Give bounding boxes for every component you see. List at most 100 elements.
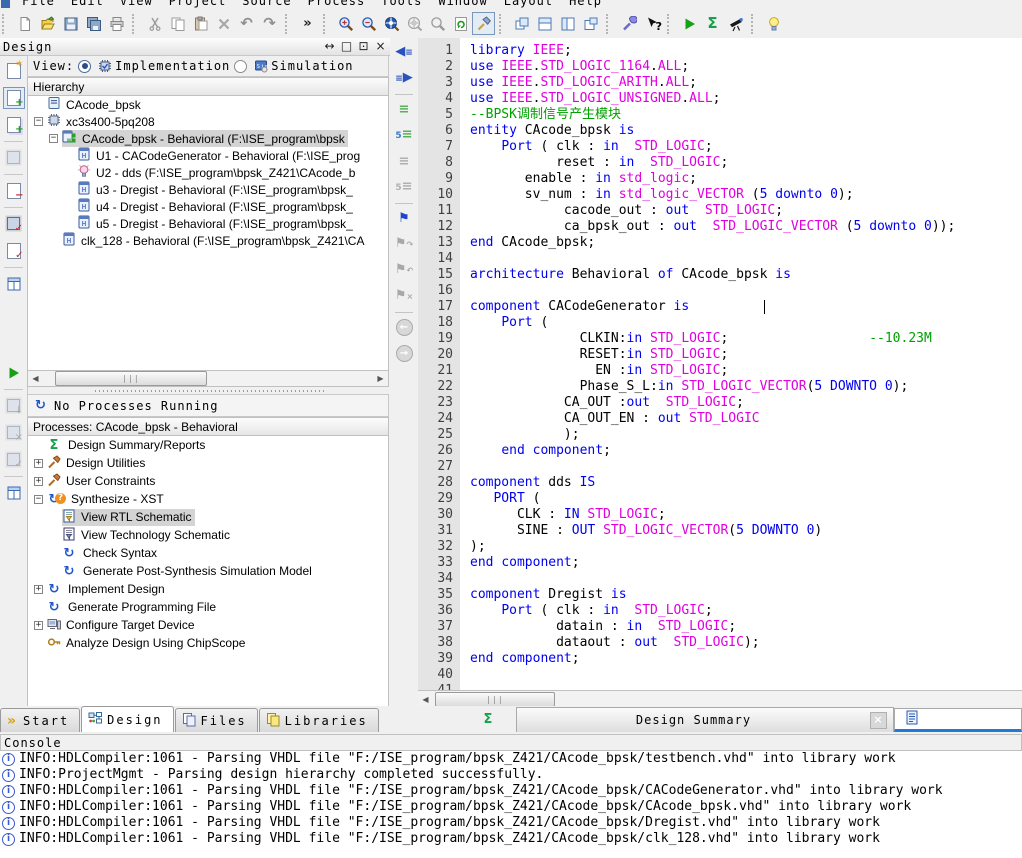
hierarchy-item[interactable]: −xc3s400-5pq208 (28, 113, 388, 130)
hierarchy-item[interactable]: −CAcode_bpsk - Behavioral (F:\ISE_progra… (28, 130, 388, 147)
menu-view[interactable]: View (112, 0, 161, 8)
zoom-full-button[interactable] (380, 12, 403, 35)
design-summary-button[interactable]: Σ (701, 12, 724, 35)
chip-disabled-button[interactable] (2, 146, 25, 169)
code-line[interactable]: 23 CA_OUT :out STD_LOGIC; (418, 395, 1022, 411)
process-item[interactable]: ΣDesign Summary/Reports (28, 436, 388, 454)
code-line[interactable]: 32); (418, 539, 1022, 555)
undo-button[interactable]: ↶ (235, 12, 258, 35)
lines-green-button[interactable]: ≡ (393, 98, 416, 121)
lines-gray-button[interactable]: ≡ (393, 150, 416, 173)
code-line[interactable]: 21 EN :in STD_LOGIC; (418, 363, 1022, 379)
menubar[interactable]: FileEditViewProjectSourceProcessToolsWin… (0, 0, 1022, 9)
collapse-icon[interactable]: − (49, 134, 58, 143)
code-line[interactable]: 15architecture Behavioral of CAcode_bpsk… (418, 267, 1022, 283)
panel-splitter[interactable] (95, 389, 325, 393)
toolbar-grip[interactable] (499, 14, 505, 34)
scroll-left-icon[interactable]: ◀ (418, 692, 433, 707)
code-line[interactable]: 22 Phase_S_L:in STD_LOGIC_VECTOR(5 DOWNT… (418, 379, 1022, 395)
code-line[interactable]: 29 PORT ( (418, 491, 1022, 507)
code-line[interactable]: 40 (418, 667, 1022, 683)
scroll-thumb[interactable]: ||| (435, 692, 555, 707)
toolbar-grip[interactable] (667, 14, 673, 34)
run-button[interactable] (678, 12, 701, 35)
open-project-button[interactable] (36, 12, 59, 35)
chip-down-disabled-button[interactable]: ↓ (2, 394, 25, 417)
table-view-2-button[interactable] (2, 481, 25, 504)
overflow-button[interactable]: » (296, 12, 319, 35)
hierarchy-item[interactable]: HU1 - CACodeGenerator - Behavioral (F:\I… (28, 147, 388, 164)
source-document-tab[interactable] (894, 708, 1022, 732)
chip-x-disabled-button[interactable]: × (2, 421, 25, 444)
code-line[interactable]: 36 Port ( clk : in STD_LOGIC; (418, 603, 1022, 619)
chip-check-disabled-button[interactable]: ✓ (2, 448, 25, 471)
code-line[interactable]: 33end component; (418, 555, 1022, 571)
code-line[interactable]: 35component Dregist is (418, 587, 1022, 603)
code-line[interactable]: 11 cacode_out : out STD_LOGIC; (418, 203, 1022, 219)
nav-next-button[interactable]: ≡▶ (393, 67, 416, 90)
hierarchy-item[interactable]: Hu3 - Dregist - Behavioral (F:\ISE_progr… (28, 181, 388, 198)
dock-icon[interactable]: ↔ (322, 40, 337, 53)
view-radio-implementation[interactable] (78, 60, 91, 73)
close-tab-icon[interactable]: × (870, 712, 887, 729)
tab-start[interactable]: »Start (0, 708, 80, 732)
process-item[interactable]: View RTL Schematic (28, 508, 388, 526)
code-line[interactable]: 38 dataout : out STD_LOGIC); (418, 635, 1022, 651)
process-item[interactable]: +Configure Target Device (28, 616, 388, 634)
back-disabled-button[interactable]: ← (393, 316, 416, 339)
collapse-icon[interactable]: − (34, 495, 43, 504)
code-line[interactable]: 41 (418, 683, 1022, 690)
code-line[interactable]: 25 ); (418, 427, 1022, 443)
chip-check-button[interactable]: ✓ (2, 212, 25, 235)
code-line[interactable]: 27 (418, 459, 1022, 475)
menu-edit[interactable]: Edit (63, 0, 112, 8)
process-item[interactable]: ↻Check Syntax (28, 544, 388, 562)
nav-prev-button[interactable]: ◀≡ (393, 41, 416, 64)
toolbar-grip[interactable] (606, 14, 612, 34)
code-line[interactable]: 17component CACodeGenerator is (418, 299, 1022, 315)
cascade-windows-button[interactable] (510, 12, 533, 35)
hierarchy-item[interactable]: Hu5 - Dregist - Behavioral (F:\ISE_progr… (28, 215, 388, 232)
add-copy-source-button[interactable]: + (2, 113, 25, 136)
code-line[interactable]: 10 sv_num : in std_logic_VECTOR (5 downt… (418, 187, 1022, 203)
code-line[interactable]: 8 reset : in STD_LOGIC; (418, 155, 1022, 171)
menu-process[interactable]: Process (300, 0, 374, 8)
menu-project[interactable]: Project (161, 0, 235, 8)
process-item[interactable]: ↻Generate Programming File (28, 598, 388, 616)
code-line[interactable]: 20 RESET:in STD_LOGIC; (418, 347, 1022, 363)
table-view-button[interactable] (2, 272, 25, 295)
toolbar-grip[interactable] (132, 14, 138, 34)
process-item[interactable]: View Technology Schematic (28, 526, 388, 544)
code-line[interactable]: 13end CAcode_bpsk; (418, 235, 1022, 251)
bookmark-next-button[interactable]: ⚑↷ (393, 233, 416, 256)
lightbulb-button[interactable] (762, 12, 785, 35)
code-line[interactable]: 26 end component; (418, 443, 1022, 459)
delete-button[interactable] (212, 12, 235, 35)
code-line[interactable]: 19 CLKIN:in STD_LOGIC; --10.23M (418, 331, 1022, 347)
editor-hscrollbar[interactable]: ◀ ||| (418, 690, 1022, 707)
menu-source[interactable]: Source (234, 0, 299, 8)
run-process-button[interactable] (2, 361, 25, 384)
new-file-button[interactable] (13, 12, 36, 35)
remove-source-button[interactable]: − (2, 179, 25, 202)
add-source-button[interactable]: + (2, 86, 25, 109)
view-radio-simulation[interactable] (234, 60, 247, 73)
code-line[interactable]: 9 enable : in std_logic; (418, 171, 1022, 187)
code-line[interactable]: 3use IEEE.STD_LOGIC_ARITH.ALL; (418, 75, 1022, 91)
doc-check-button[interactable]: ✓ (2, 239, 25, 262)
process-item[interactable]: Analyze Design Using ChipScope (28, 634, 388, 652)
expand-icon[interactable]: + (34, 621, 43, 630)
float-icon[interactable]: □ (339, 40, 354, 53)
code-line[interactable]: 12 ca_bpsk_out : out STD_LOGIC_VECTOR (5… (418, 219, 1022, 235)
lines5-gray-button[interactable]: 5≡ (393, 176, 416, 199)
menu-window[interactable]: Window (430, 0, 495, 8)
collapse-icon[interactable]: − (34, 117, 43, 126)
code-line[interactable]: 5--BPSK调制信号产生模块 (418, 107, 1022, 123)
analyze-button[interactable] (724, 12, 747, 35)
console-output[interactable]: iINFO:HDLCompiler:1061 - Parsing VHDL fi… (0, 751, 1022, 858)
hierarchy-tree[interactable]: CAcode_bpsk−xc3s400-5pq208−CAcode_bpsk -… (27, 96, 389, 370)
hierarchy-item[interactable]: Hclk_128 - Behavioral (F:\ISE_program\bp… (28, 232, 388, 249)
scroll-thumb[interactable]: ||| (55, 371, 207, 386)
bookmark-prev-button[interactable]: ⚑↶ (393, 259, 416, 282)
design-summary-tab[interactable]: Design Summary × (516, 707, 894, 732)
